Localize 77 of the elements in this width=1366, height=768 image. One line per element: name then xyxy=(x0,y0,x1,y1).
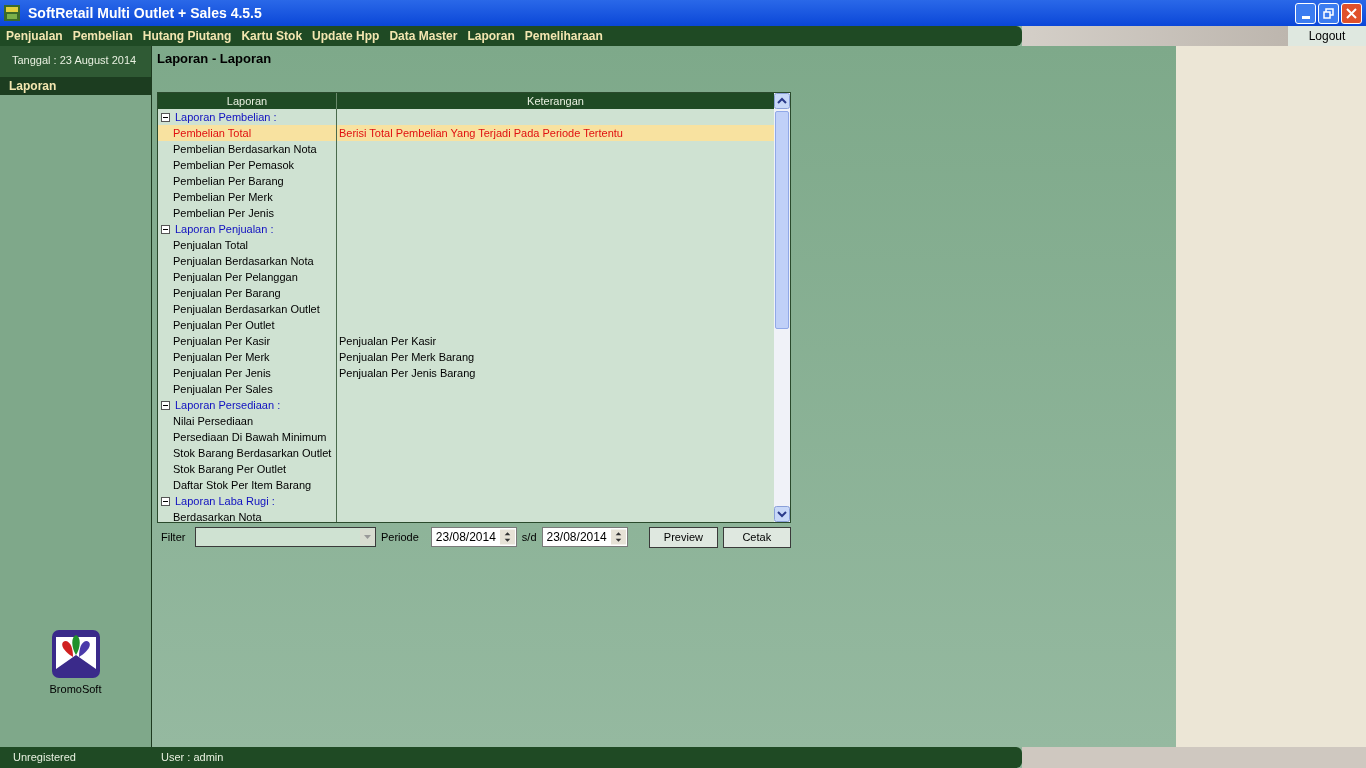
table-row[interactable]: Pembelian Per Jenis xyxy=(158,205,774,221)
table-row[interactable]: Penjualan Per Kasir Penjualan Per Kasir xyxy=(158,333,774,349)
report-name: Pembelian Per Jenis xyxy=(173,205,274,221)
report-name: Stok Barang Berdasarkan Outlet xyxy=(173,445,332,461)
menu-item[interactable]: Kartu Stok xyxy=(241,27,303,45)
menu-item[interactable]: Laporan xyxy=(467,27,515,45)
date-label: Tanggal : 23 August 2014 xyxy=(11,53,138,68)
report-name: Penjualan Per Kasir xyxy=(173,333,271,349)
table-row[interactable]: Pembelian Per Merk xyxy=(158,189,774,205)
report-name: Pembelian Per Barang xyxy=(173,173,284,189)
table-row[interactable]: Pembelian Berdasarkan Nota xyxy=(158,141,774,157)
table-row[interactable]: Stok Barang Per Outlet xyxy=(158,461,774,477)
periode-label: Periode xyxy=(380,529,420,545)
report-name: Daftar Stok Per Item Barang xyxy=(173,477,312,493)
group-label[interactable]: Laporan Persediaan : xyxy=(175,396,281,414)
action-button[interactable]: Preview xyxy=(649,526,718,548)
table-row[interactable]: Penjualan Berdasarkan Outlet xyxy=(158,301,774,317)
page-title: Laporan - Laporan xyxy=(157,50,273,68)
status-text: Unregistered xyxy=(12,750,77,766)
date-field[interactable]: 23/08/2014 xyxy=(430,527,517,547)
logout-button[interactable]: Logout xyxy=(1288,26,1366,46)
menu-item[interactable]: Pemeliharaan xyxy=(524,27,603,45)
report-name: Penjualan Per Outlet xyxy=(173,317,275,333)
report-name: Penjualan Per Barang xyxy=(173,285,281,301)
group-label[interactable]: Laporan Pembelian : xyxy=(175,109,277,126)
report-name: Pembelian Total xyxy=(173,125,252,141)
menu-item[interactable]: Hutang Piutang xyxy=(142,27,232,45)
separator-label: s/d xyxy=(521,529,537,545)
action-button[interactable]: Cetak xyxy=(722,526,791,548)
report-name: Berdasarkan Nota xyxy=(173,509,262,522)
table-row[interactable]: Penjualan Per Jenis Penjualan Per Jenis Barang xyxy=(158,365,774,381)
report-name: Penjualan Berdasarkan Outlet xyxy=(173,301,320,317)
table-row[interactable]: Penjualan Per Barang xyxy=(158,285,774,301)
status-text: User : admin xyxy=(160,750,224,766)
table-row[interactable]: Penjualan Per Pelanggan xyxy=(158,269,774,285)
logo-caption: BromoSoft xyxy=(49,681,102,697)
report-name: Pembelian Per Pemasok xyxy=(173,157,295,173)
date-field[interactable]: 23/08/2014 xyxy=(541,527,628,547)
report-name: Persediaan Di Bawah Minimum xyxy=(173,429,327,445)
table-row[interactable]: Stok Barang Berdasarkan Outlet xyxy=(158,445,774,461)
filter-label: Filter xyxy=(161,529,187,545)
report-description: Penjualan Per Jenis Barang xyxy=(339,365,476,381)
table-row[interactable]: Penjualan Total xyxy=(158,237,774,253)
report-name: Penjualan Per Merk xyxy=(173,349,270,365)
report-name: Pembelian Berdasarkan Nota xyxy=(173,141,317,157)
table-row[interactable]: Penjualan Per Merk Penjualan Per Merk Barang xyxy=(158,349,774,365)
report-name: Pembelian Per Merk xyxy=(173,189,273,205)
table-row[interactable]: Pembelian Per Pemasok xyxy=(158,157,774,173)
menu-item[interactable]: Pembelian xyxy=(72,27,133,45)
report-name: Penjualan Per Sales xyxy=(173,381,273,397)
table-row[interactable]: Pembelian Per Barang xyxy=(158,173,774,189)
report-name: Nilai Persediaan xyxy=(173,413,254,429)
table-row[interactable]: Pembelian Total Berisi Total Pembelian Yang Terjadi Pada Periode Tertentu xyxy=(158,125,774,141)
table-row[interactable]: Daftar Stok Per Item Barang xyxy=(158,477,774,493)
menu-item[interactable]: Data Master xyxy=(389,27,458,45)
report-description: Berisi Total Pembelian Yang Terjadi Pada Periode Tertentu xyxy=(339,125,623,141)
group-label[interactable]: Laporan Laba Rugi : xyxy=(175,492,275,510)
report-name: Penjualan Total xyxy=(173,237,249,253)
report-name: Penjualan Per Pelanggan xyxy=(173,269,298,285)
report-description: Penjualan Per Kasir xyxy=(339,333,437,349)
table-row[interactable]: Penjualan Per Outlet xyxy=(158,317,774,333)
report-name: Penjualan Berdasarkan Nota xyxy=(173,253,314,269)
table-row[interactable]: Penjualan Per Sales xyxy=(158,381,774,397)
menu-item[interactable]: Penjualan xyxy=(6,27,63,45)
menu-item[interactable]: Update Hpp xyxy=(312,27,380,45)
table-row[interactable]: Berdasarkan Nota xyxy=(158,509,774,522)
table-row[interactable]: Nilai Persediaan xyxy=(158,413,774,429)
report-name: Stok Barang Per Outlet xyxy=(173,461,287,477)
column-header[interactable]: Laporan xyxy=(158,93,337,109)
window-title: SoftRetail Multi Outlet + Sales 4.5.5 xyxy=(28,3,263,23)
table-row[interactable]: Penjualan Berdasarkan Nota xyxy=(158,253,774,269)
column-header[interactable]: Keterangan xyxy=(337,93,774,109)
sidebar-item[interactable]: Laporan xyxy=(0,76,151,95)
report-description: Penjualan Per Merk Barang xyxy=(339,349,475,365)
table-row[interactable]: Persediaan Di Bawah Minimum xyxy=(158,429,774,445)
group-label[interactable]: Laporan Penjualan : xyxy=(175,220,274,238)
report-name: Penjualan Per Jenis xyxy=(173,365,271,381)
